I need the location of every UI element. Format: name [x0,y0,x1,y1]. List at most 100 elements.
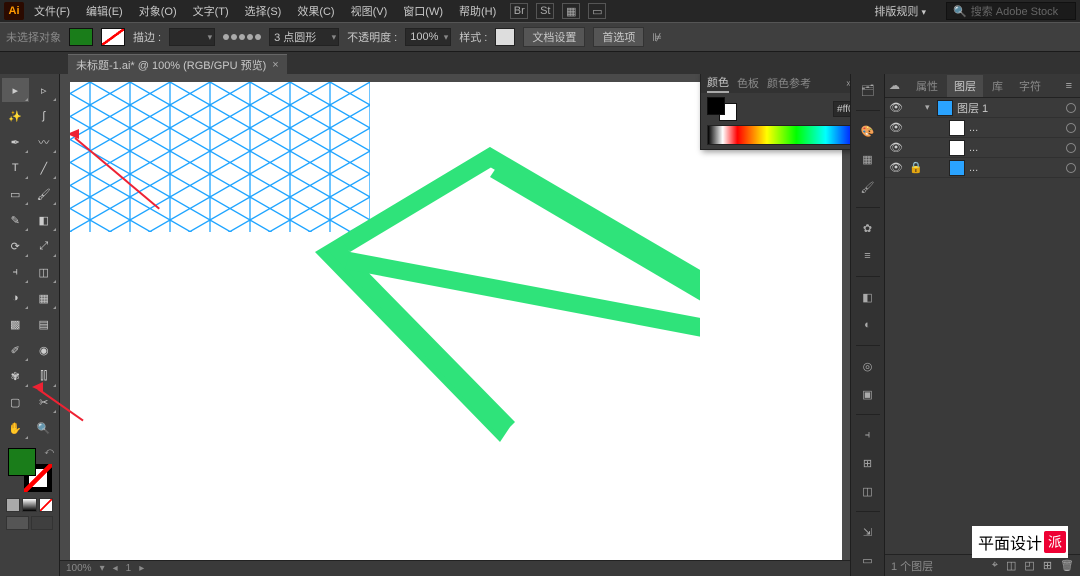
color-spectrum[interactable] [707,125,850,145]
transparency-icon[interactable]: ◐ [857,315,879,335]
character-panel-tab[interactable]: 字符 [1012,75,1048,97]
color-panel[interactable]: 颜色 色板 颜色参考 » ≡ #ff0000 [700,74,850,150]
artboard-nav-first[interactable]: 1 [126,563,132,574]
perspective-tool[interactable]: ▦ [31,286,58,310]
scale-tool[interactable]: ⤢ [31,234,58,258]
gpu-icon[interactable]: ▭ [588,3,606,19]
width-tool[interactable]: ⫞ [2,260,29,284]
layers-panel-tab[interactable]: 图层 [947,75,983,97]
menu-select[interactable]: 选择(S) [239,1,288,21]
visibility-toggle[interactable]: 👁 [885,101,907,114]
layer-row[interactable]: 👁 ... [885,138,1080,158]
preferences-button[interactable]: 首选项 [593,27,644,47]
color-mode[interactable] [6,498,20,512]
panel-menu-icon[interactable]: ≡ [1062,80,1076,92]
style-swatch[interactable] [495,28,515,46]
new-sublayer-icon[interactable]: ◰ [1024,559,1034,572]
rectangle-tool[interactable]: ▭ [2,182,29,206]
shape-builder-tool[interactable]: ◑ [2,286,29,310]
properties-icon[interactable]: 🗂 [857,80,879,100]
libraries-cloud-icon[interactable]: ☁ [889,79,907,92]
direct-selection-tool[interactable]: ▹ [31,78,58,102]
locate-layer-icon[interactable]: ⌖ [992,559,998,572]
zoom-tool[interactable]: 🔍 [31,416,58,440]
menu-edit[interactable]: 编辑(E) [80,1,129,21]
workspace-switcher[interactable]: 排版规则 ▾ [868,1,932,21]
stroke-swatch[interactable] [101,28,125,46]
menu-help[interactable]: 帮助(H) [453,1,502,21]
menu-object[interactable]: 对象(O) [133,1,183,21]
pen-tool[interactable]: ✒ [2,130,29,154]
type-tool[interactable]: T [2,156,29,180]
stroke-weight-input[interactable]: ▾ [169,28,215,46]
align-icon[interactable]: ⫞ [857,425,879,445]
mesh-tool[interactable]: ▩ [2,312,29,336]
libraries-panel-tab[interactable]: 库 [985,75,1010,97]
screen-mode-full[interactable] [31,516,54,530]
document-tab[interactable]: 未标题-1.ai* @ 100% (RGB/GPU 预览) × [68,54,287,74]
lasso-tool[interactable]: ʃ [31,104,58,128]
swatches-icon[interactable]: ▦ [857,149,879,169]
screen-mode-normal[interactable] [6,516,29,530]
panel-fill-swatch[interactable] [707,97,725,115]
transform-icon[interactable]: ⊞ [857,453,879,473]
fill-swatch[interactable] [69,28,93,46]
disclosure-icon[interactable]: ▾ [925,102,937,113]
make-clipping-mask-icon[interactable]: ◫ [1006,559,1016,572]
fill-color-box[interactable] [8,448,36,476]
zoom-level[interactable]: 100% [66,563,92,574]
color-icon[interactable]: 🎨 [857,121,879,141]
fill-stroke-control[interactable]: ⤺ [8,448,52,492]
appearance-icon[interactable]: ◎ [857,356,879,376]
panel-expand-icon[interactable]: » [846,78,850,89]
close-icon[interactable]: × [272,59,278,71]
menu-file[interactable]: 文件(F) [28,1,76,21]
magic-wand-tool[interactable]: ✨ [2,104,29,128]
properties-panel-tab[interactable]: 属性 [909,75,945,97]
free-transform-tool[interactable]: ◫ [31,260,58,284]
menu-effect[interactable]: 效果(C) [291,1,340,21]
swap-fill-stroke-icon[interactable]: ⤺ [44,446,54,457]
color-guide-tab[interactable]: 颜色参考 [767,75,811,91]
paintbrush-tool[interactable]: 🖌 [31,182,58,206]
gradient-panel-icon[interactable]: ◧ [857,287,879,307]
brushes-icon[interactable]: 🖌 [857,177,879,197]
delete-layer-icon[interactable]: 🗑 [1060,559,1074,572]
gradient-tool[interactable]: ▤ [31,312,58,336]
pathfinder-icon[interactable]: ◫ [857,481,879,501]
stock-icon[interactable]: St [536,3,554,19]
line-tool[interactable]: ╱ [31,156,58,180]
layer-row[interactable]: 👁 ▾ 图层 1 [885,98,1080,118]
bridge-icon[interactable]: Br [510,3,528,19]
swatches-tab[interactable]: 色板 [737,75,759,91]
document-setup-button[interactable]: 文档设置 [523,27,585,47]
menu-view[interactable]: 视图(V) [345,1,394,21]
menu-window[interactable]: 窗口(W) [397,1,449,21]
layer-name[interactable]: 图层 1 [957,100,1066,116]
search-input[interactable]: 🔍搜索 Adobe Stock [946,2,1076,20]
target-icon[interactable] [1066,103,1076,113]
curvature-tool[interactable]: 〰 [31,130,58,154]
lock-icon[interactable]: 🔒 [907,161,925,174]
layer-row[interactable]: 👁 ... [885,118,1080,138]
artboard-nav-prev[interactable]: ◂ [113,563,118,574]
blend-tool[interactable]: ◉ [31,338,58,362]
new-layer-icon[interactable]: ⊞ [1043,559,1052,572]
selection-tool[interactable]: ▸ [2,78,29,102]
none-mode[interactable] [39,498,53,512]
color-tab[interactable]: 颜色 [707,74,729,93]
symbol-sprayer-tool[interactable]: ✾ [2,364,29,388]
artboards-icon[interactable]: ▭ [857,550,879,570]
arrange-icon[interactable]: ▦ [562,3,580,19]
eyedropper-tool[interactable]: ✐ [2,338,29,362]
artboard-tool[interactable]: ▢ [2,390,29,414]
hand-tool[interactable]: ✋ [2,416,29,440]
artboard-nav-next[interactable]: ▸ [139,563,144,574]
stroke-panel-icon[interactable]: ≡ [857,246,879,266]
graphic-styles-icon[interactable]: ▣ [857,384,879,404]
layer-row[interactable]: 👁🔒 ... [885,158,1080,178]
gradient-mode[interactable] [22,498,36,512]
menu-type[interactable]: 文字(T) [187,1,235,21]
rotate-tool[interactable]: ⟳ [2,234,29,258]
opacity-input[interactable]: 100%▾ [405,28,451,46]
